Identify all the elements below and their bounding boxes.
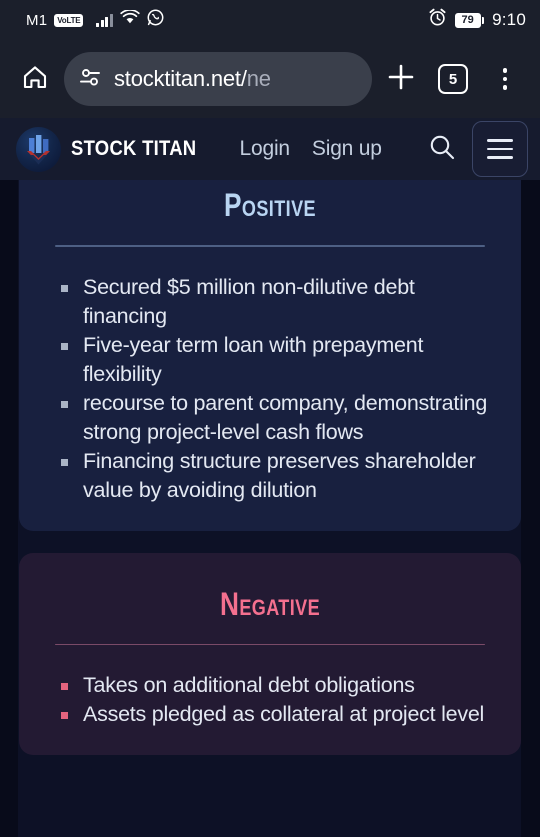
kebab-menu-icon: [502, 68, 508, 90]
brand-name-label: STOCK TITAN: [71, 137, 197, 160]
list-item: Takes on additional debt obligations: [61, 671, 495, 700]
list-item: Financing structure preserves shareholde…: [61, 447, 495, 505]
tab-count-label: 5: [438, 64, 468, 94]
site-logo[interactable]: STOCK TITAN: [16, 126, 214, 172]
negative-divider: [55, 643, 485, 646]
site-header: STOCK TITAN Login Sign up: [0, 118, 540, 180]
hamburger-menu-button[interactable]: [472, 121, 528, 177]
positive-bullet-list: Secured $5 million non-dilutive debt fin…: [19, 273, 521, 505]
wifi-icon: [120, 9, 140, 30]
list-item: Five-year term loan with prepayment flex…: [61, 331, 495, 389]
page-settings-icon[interactable]: [78, 65, 102, 94]
header-nav: Login Sign up: [240, 137, 382, 161]
page-content: Positive Secured $5 million non-dilutive…: [0, 180, 540, 837]
negative-section-title: Negative: [219, 585, 321, 622]
list-item: Secured $5 million non-dilutive debt fin…: [61, 273, 495, 331]
status-bar-left: M1 VoLTE: [26, 9, 164, 31]
alarm-clock-icon: [428, 8, 447, 32]
battery-percent-label: 79: [454, 12, 481, 28]
browser-menu-button[interactable]: [482, 56, 528, 102]
hamburger-menu-icon: [487, 139, 513, 159]
header-actions: [422, 121, 528, 177]
stock-titan-logo-icon: [16, 126, 61, 172]
address-bar[interactable]: stocktitan.net/ne: [64, 52, 372, 106]
negative-bullet-list: Takes on additional debt obligations Ass…: [19, 671, 521, 729]
positive-section-title: Positive: [224, 187, 316, 223]
address-bar-text: stocktitan.net/ne: [114, 66, 271, 92]
plus-icon: [385, 61, 417, 98]
phone-screen: M1 VoLTE 79 9:10 stocktitan.net/ne 5 STO…: [0, 0, 540, 837]
search-button[interactable]: [422, 129, 462, 169]
status-bar: M1 VoLTE 79 9:10: [0, 0, 540, 40]
battery-icon: 79: [454, 12, 485, 28]
home-icon: [20, 62, 50, 97]
home-button[interactable]: [12, 56, 58, 102]
url-path: ne: [246, 66, 271, 91]
signup-link[interactable]: Sign up: [312, 137, 382, 161]
url-host: stocktitan.net/: [114, 66, 247, 91]
signal-bars-icon: [96, 13, 113, 27]
negative-section-card: Negative Takes on additional debt obliga…: [19, 552, 521, 756]
new-tab-button[interactable]: [378, 56, 424, 102]
list-item: Assets pledged as collateral at project …: [61, 700, 495, 729]
carrier-label: M1: [26, 11, 48, 29]
volte-badge: VoLTE: [54, 13, 84, 27]
positive-section-card: Positive Secured $5 million non-dilutive…: [19, 180, 521, 531]
browser-toolbar: stocktitan.net/ne 5: [0, 40, 540, 118]
tab-switcher-button[interactable]: 5: [430, 56, 476, 102]
list-item: recourse to parent company, demonstratin…: [61, 389, 495, 447]
clock-label: 9:10: [492, 10, 526, 29]
article-sections: Positive Secured $5 million non-dilutive…: [0, 180, 540, 756]
whatsapp-icon: [147, 9, 164, 31]
search-icon: [427, 132, 457, 167]
positive-divider: [55, 245, 485, 247]
login-link[interactable]: Login: [240, 137, 291, 161]
status-bar-right: 79 9:10: [428, 8, 526, 32]
